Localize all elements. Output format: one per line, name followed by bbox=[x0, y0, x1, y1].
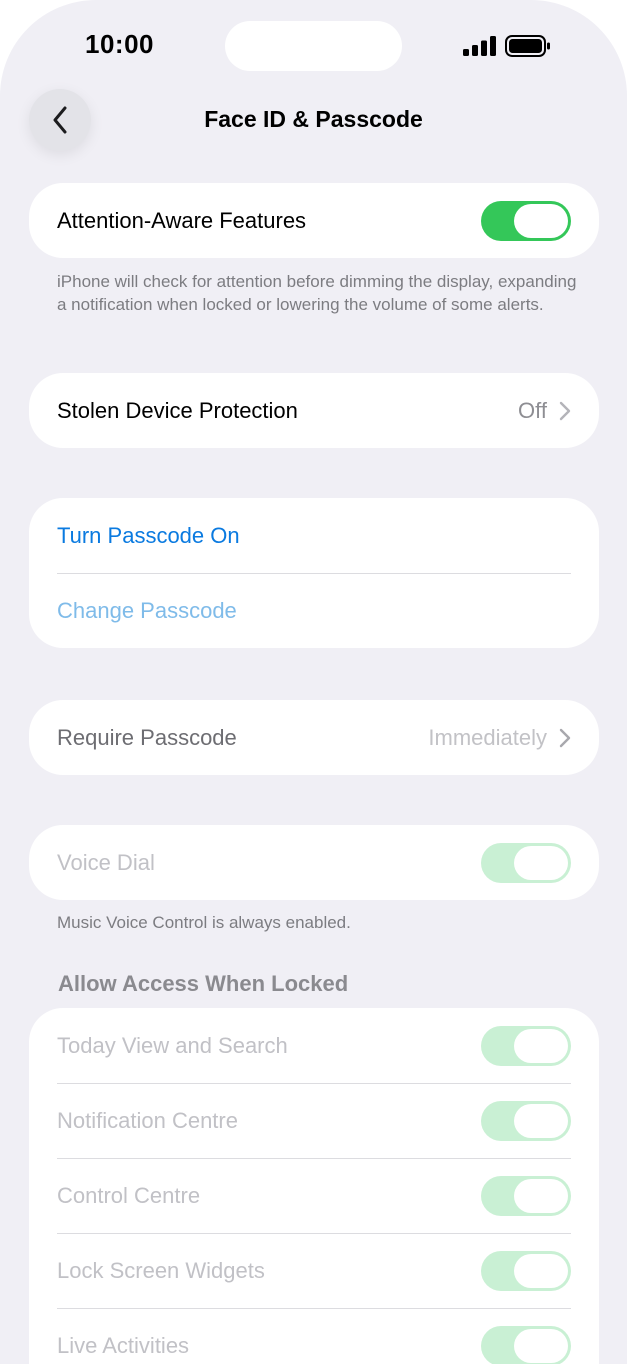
voice-dial-label: Voice Dial bbox=[57, 849, 155, 875]
toggle-knob bbox=[514, 1253, 568, 1288]
chevron-right-icon bbox=[559, 401, 571, 420]
page-title: Face ID & Passcode bbox=[204, 106, 423, 132]
attention-footnote: iPhone will check for attention before d… bbox=[57, 272, 577, 314]
turn-passcode-on-button[interactable]: Turn Passcode On bbox=[57, 523, 571, 549]
locked-access-item: Today View and Search bbox=[29, 1008, 599, 1083]
locked-access-card: Today View and Search Notification Centr… bbox=[29, 1008, 599, 1364]
toggle-knob bbox=[514, 1028, 568, 1063]
today-view-label: Today View and Search bbox=[57, 1032, 288, 1058]
toggle-knob bbox=[514, 1178, 568, 1213]
turn-passcode-on-row[interactable]: Turn Passcode On bbox=[29, 498, 599, 573]
battery-icon bbox=[505, 35, 550, 57]
dynamic-island bbox=[225, 21, 402, 71]
attention-card: Attention-Aware Features bbox=[29, 183, 599, 258]
stolen-device-label: Stolen Device Protection bbox=[57, 397, 298, 423]
require-passcode-card: Require Passcode Immediately bbox=[29, 700, 599, 775]
require-passcode-value: Immediately bbox=[428, 724, 547, 750]
notification-centre-label: Notification Centre bbox=[57, 1107, 238, 1133]
change-passcode-row[interactable]: Change Passcode bbox=[29, 573, 599, 648]
locked-access-item: Lock Screen Widgets bbox=[29, 1233, 599, 1308]
locked-access-item: Live Activities bbox=[29, 1308, 599, 1364]
voice-dial-card: Voice Dial bbox=[29, 825, 599, 900]
locked-access-item: Control Centre bbox=[29, 1158, 599, 1233]
stolen-device-value: Off bbox=[518, 397, 547, 423]
status-time: 10:00 bbox=[85, 29, 154, 59]
require-passcode-row[interactable]: Require Passcode Immediately bbox=[29, 700, 599, 775]
stolen-device-card: Stolen Device Protection Off bbox=[29, 373, 599, 448]
toggle-knob bbox=[514, 1103, 568, 1138]
stolen-device-row[interactable]: Stolen Device Protection Off bbox=[29, 373, 599, 448]
section-header-locked-access: Allow Access When Locked bbox=[58, 971, 349, 996]
live-activities-label: Live Activities bbox=[57, 1332, 190, 1358]
locked-access-item: Notification Centre bbox=[29, 1083, 599, 1158]
live-activities-toggle[interactable] bbox=[481, 1325, 571, 1364]
settings-screen: 10:00 Face ID & Passcode Attention-Aware… bbox=[0, 0, 627, 1364]
change-passcode-button[interactable]: Change Passcode bbox=[57, 598, 571, 624]
control-centre-toggle[interactable] bbox=[481, 1175, 571, 1216]
toggle-knob bbox=[514, 203, 568, 238]
attention-aware-label: Attention-Aware Features bbox=[57, 207, 307, 233]
cellular-signal-icon bbox=[463, 36, 496, 56]
voice-dial-row: Voice Dial bbox=[29, 825, 599, 900]
passcode-card: Turn Passcode On Change Passcode bbox=[29, 498, 599, 648]
require-passcode-label: Require Passcode bbox=[57, 724, 237, 750]
chevron-right-icon bbox=[559, 728, 571, 747]
today-view-toggle[interactable] bbox=[481, 1025, 571, 1066]
attention-aware-toggle[interactable] bbox=[481, 200, 571, 241]
control-centre-label: Control Centre bbox=[57, 1182, 201, 1208]
toggle-knob bbox=[514, 845, 568, 880]
attention-aware-row: Attention-Aware Features bbox=[29, 183, 599, 258]
voice-dial-footnote: Music Voice Control is always enabled. bbox=[57, 913, 351, 932]
lock-screen-widgets-label: Lock Screen Widgets bbox=[57, 1257, 265, 1283]
notification-centre-toggle[interactable] bbox=[481, 1100, 571, 1141]
toggle-knob bbox=[514, 1328, 568, 1363]
lock-screen-widgets-toggle[interactable] bbox=[481, 1250, 571, 1291]
voice-dial-toggle[interactable] bbox=[481, 842, 571, 883]
